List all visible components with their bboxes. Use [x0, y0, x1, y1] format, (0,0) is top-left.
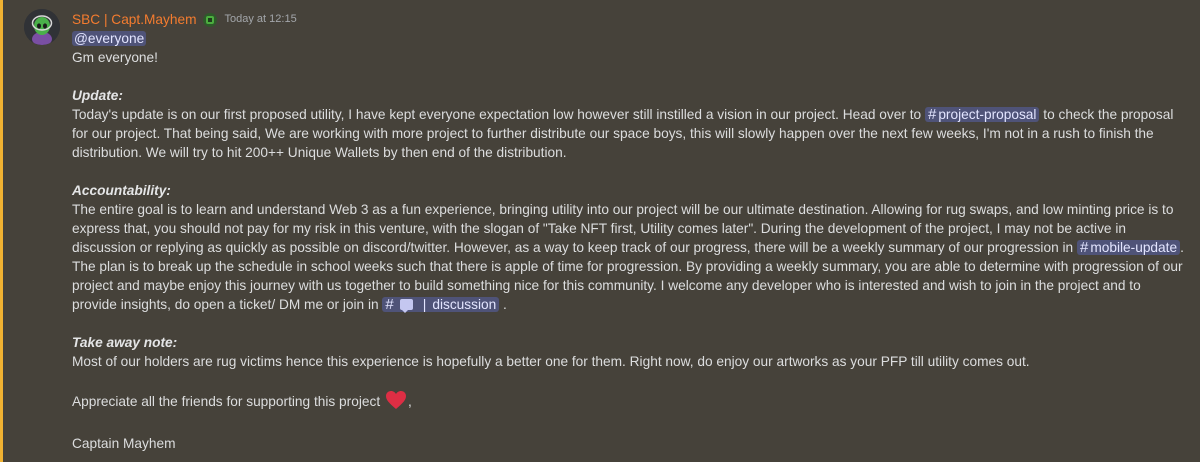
hash-icon: # [1079, 239, 1089, 256]
channel-link-mobile-update[interactable]: # mobile-update [1076, 239, 1181, 256]
takeaway-paragraph: Most of our holders are rug victims henc… [72, 354, 1030, 369]
username[interactable]: SBC | Capt.Mayhem [72, 10, 197, 29]
hash-icon: # [385, 296, 394, 313]
channel-name: project-proposal [938, 107, 1037, 122]
appreciate-line: Appreciate all the friends for supportin… [72, 390, 1187, 415]
chat-message: SBC | Capt.Mayhem Today at 12:15 @everyo… [0, 0, 1200, 462]
channel-name: mobile-update [1090, 240, 1178, 255]
message-header: SBC | Capt.Mayhem Today at 12:15 [72, 10, 1187, 29]
alien-avatar-icon [24, 9, 60, 45]
appreciate-text: Appreciate all the friends for supportin… [72, 394, 381, 409]
channel-link-discussion[interactable]: # | discussion [382, 296, 500, 313]
takeaway-heading: Take away note: [72, 335, 178, 350]
signature: Captain Mayhem [72, 436, 176, 451]
accountability-text-1: The entire goal is to learn and understa… [72, 202, 1174, 255]
accountability-end: . [503, 297, 507, 312]
channel-link-project-proposal[interactable]: # project-proposal [924, 106, 1040, 123]
user-avatar[interactable] [24, 9, 60, 45]
greeting-text: Gm everyone! [72, 50, 158, 65]
update-paragraph: Today's update is on our first proposed … [72, 105, 1187, 162]
everyone-mention[interactable]: @everyone [72, 31, 147, 46]
channel-name: discussion [432, 297, 497, 312]
role-icon[interactable] [202, 12, 217, 27]
speech-balloon-icon [399, 299, 413, 313]
channel-separator: | [422, 297, 427, 312]
update-heading: Update: [72, 88, 123, 103]
message-timestamp[interactable]: Today at 12:15 [225, 10, 297, 29]
accountability-heading: Accountability: [72, 183, 171, 198]
appreciate-end: , [407, 394, 412, 409]
message-content: SBC | Capt.Mayhem Today at 12:15 @everyo… [72, 10, 1187, 453]
update-text-1: Today's update is on our first proposed … [72, 107, 922, 122]
accountability-paragraph: The entire goal is to learn and understa… [72, 200, 1187, 314]
hash-icon: # [927, 106, 937, 123]
heart-emoji-icon[interactable] [385, 390, 407, 415]
